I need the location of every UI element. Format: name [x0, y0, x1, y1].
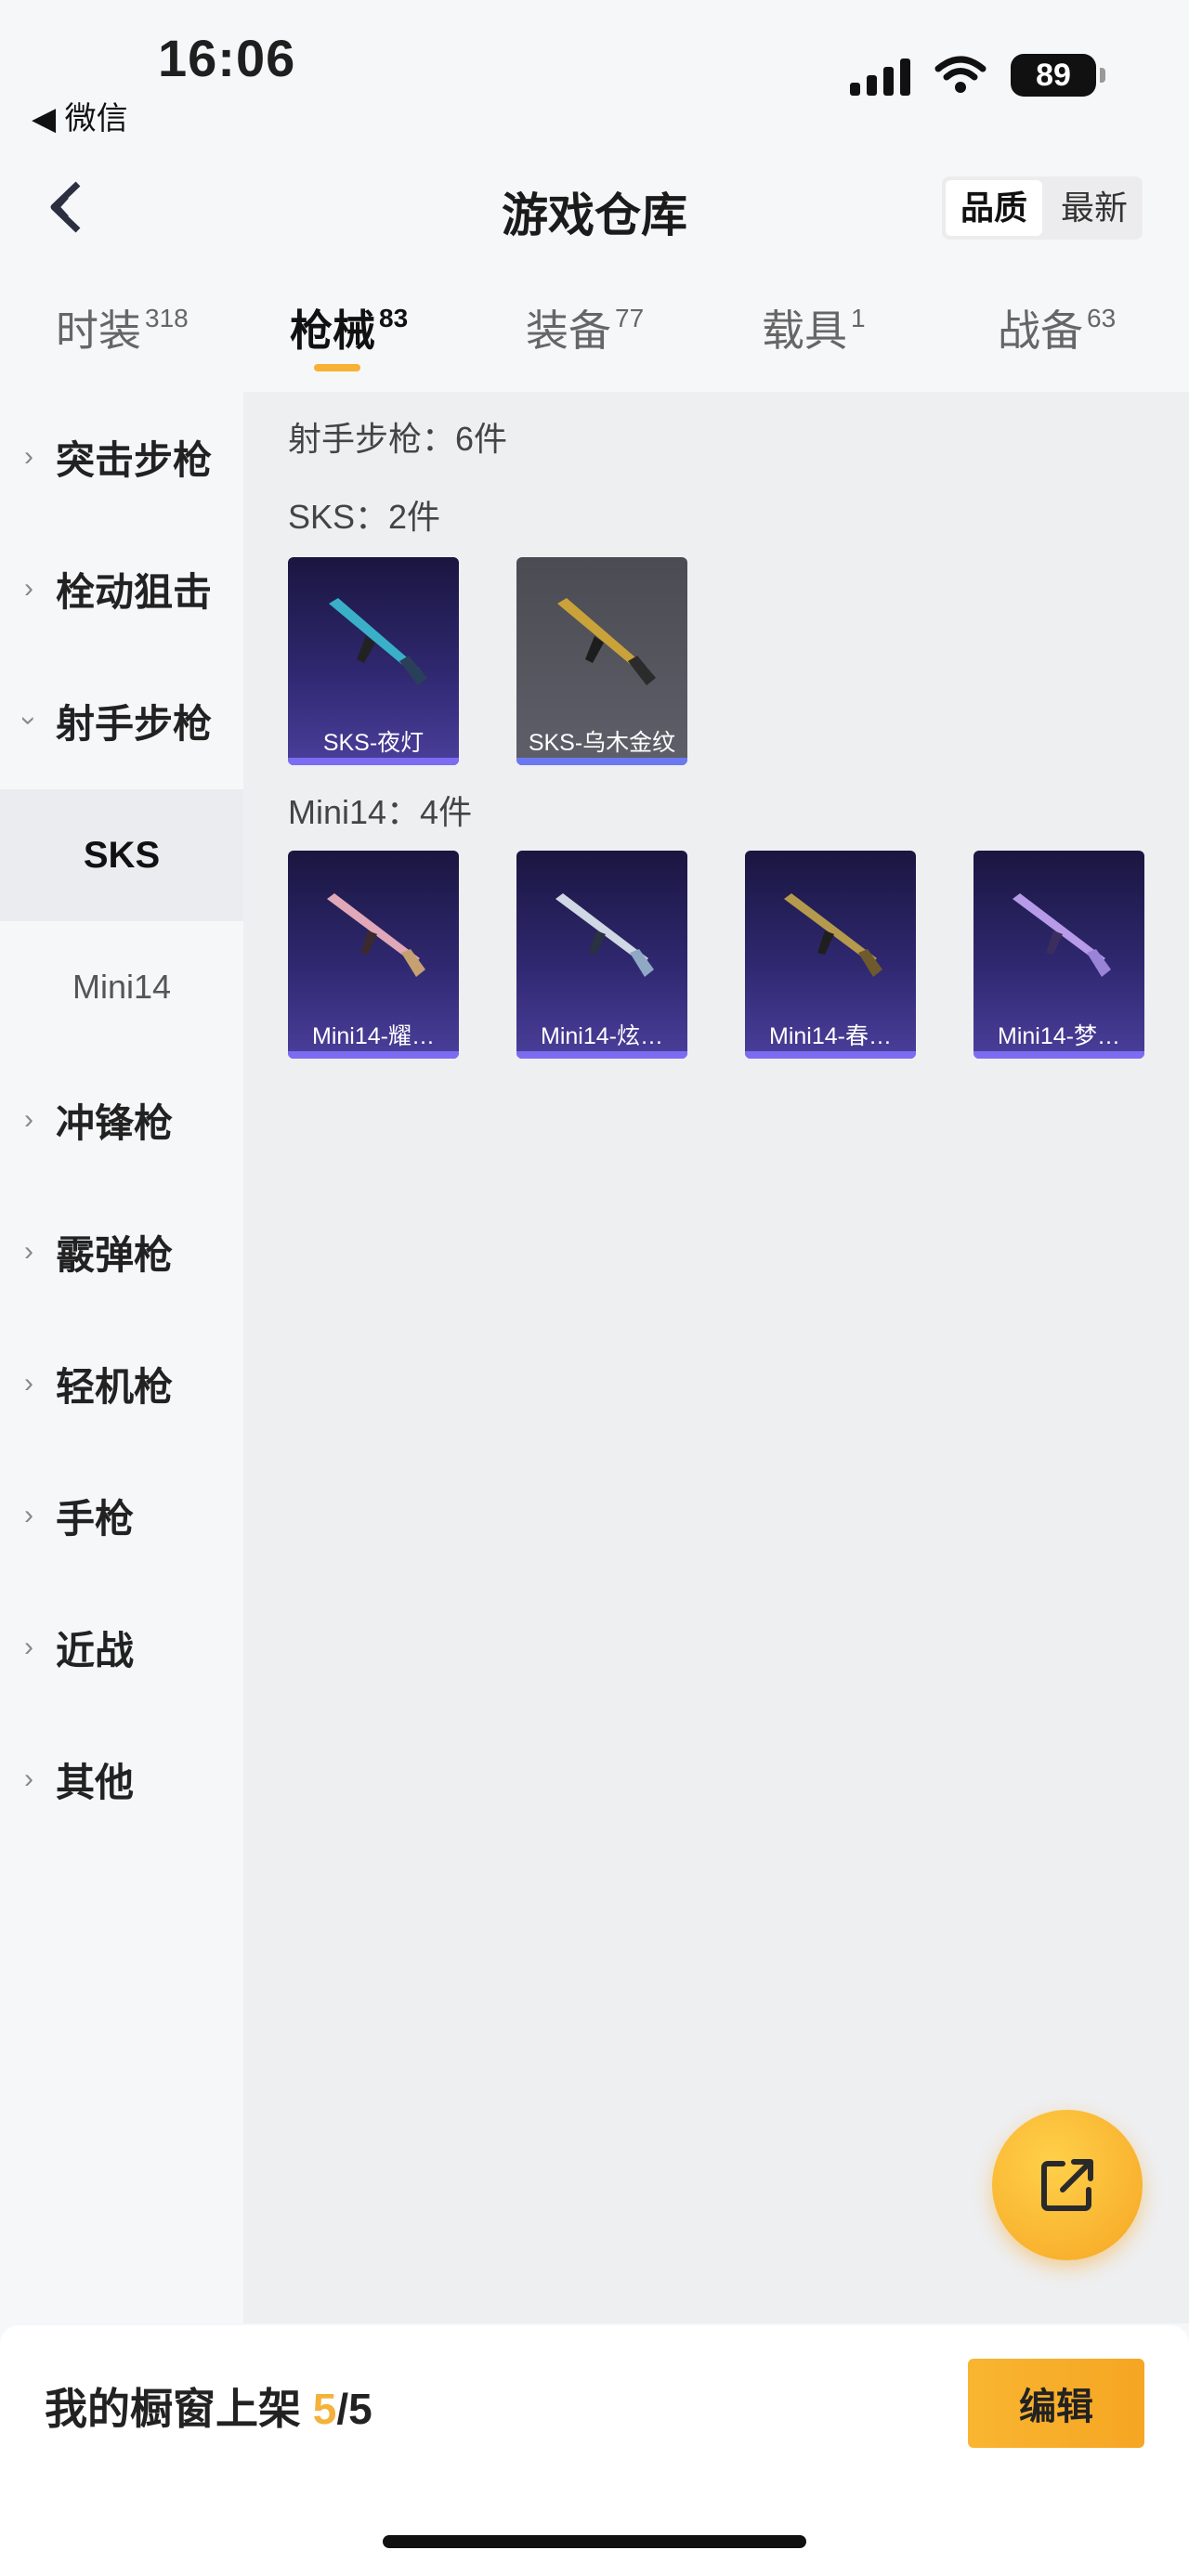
status-icons: 89	[850, 54, 1105, 97]
chevron-right-icon: ›	[24, 1500, 33, 1530]
chevron-right-icon: ›	[24, 1632, 33, 1662]
sidebar-item-label: 栓动狙击	[56, 569, 213, 614]
category-tabs: 时装 318 枪械 83 装备 77 载具 1 战备 63	[0, 288, 1189, 390]
weapon-card[interactable]: Mini14-耀…	[288, 851, 459, 1059]
weapon-card[interactable]: Mini14-炫…	[516, 851, 687, 1059]
rarity-bar	[745, 1051, 916, 1059]
group-title-sks: SKS：2件	[288, 498, 441, 536]
shelf-current-count: 5	[312, 2385, 337, 2433]
tab-label: 装备	[526, 306, 611, 355]
weapon-name: Mini14-春…	[769, 1023, 892, 1049]
rarity-bar	[288, 758, 459, 765]
shelf-label: 我的橱窗上架	[45, 2385, 301, 2433]
chevron-right-icon: ›	[24, 1763, 33, 1794]
sidebar-item-other[interactable]: › 其他	[0, 1714, 243, 1844]
shelf-status: 我的橱窗上架 5/5	[45, 2375, 372, 2437]
rifle-icon	[557, 598, 656, 685]
rifle-icon	[327, 893, 425, 977]
group-title-mini14: Mini14：4件	[288, 793, 473, 831]
tab-label: 时装	[56, 306, 141, 355]
back-to-wechat[interactable]: ◀ 微信	[32, 93, 128, 138]
sidebar-item-assault-rifle[interactable]: › 突击步枪	[0, 392, 243, 522]
rarity-bar	[288, 1051, 459, 1059]
rarity-bar	[973, 1051, 1144, 1059]
sidebar-item-label: 突击步枪	[56, 437, 213, 482]
status-time: 16:06	[158, 29, 296, 87]
tab-supplies[interactable]: 战备 63	[998, 297, 1116, 358]
weapon-type-sidebar: › 突击步枪 › 栓动狙击 › 射手步枪 SKS Mini14 › 冲锋枪 › 霰弹枪 ›…	[0, 392, 243, 2323]
sidebar-item-pistol[interactable]: › 手枪	[0, 1451, 243, 1581]
share-external-icon	[1041, 2159, 1093, 2211]
weapon-name: SKS-乌木金纹	[528, 730, 676, 756]
tab-equipment[interactable]: 装备 77	[526, 297, 644, 358]
sidebar-item-smg[interactable]: › 冲锋枪	[0, 1055, 243, 1185]
rifle-icon	[1013, 893, 1111, 977]
weapon-name: SKS-夜灯	[322, 730, 425, 756]
sidebar-item-label: 近战	[56, 1628, 135, 1672]
chevron-right-icon: ›	[24, 573, 33, 604]
battery-level: 89	[1036, 57, 1071, 93]
sidebar-item-lmg[interactable]: › 轻机枪	[0, 1319, 243, 1449]
header: 游戏仓库 品质 最新	[0, 167, 1189, 251]
weapon-name: Mini14-耀…	[312, 1023, 435, 1049]
battery-icon: 89	[1011, 54, 1105, 97]
weapon-card[interactable]: SKS-乌木金纹	[516, 557, 687, 765]
sidebar-subitem-mini14[interactable]: Mini14	[0, 921, 243, 1053]
sidebar-item-bolt-sniper[interactable]: › 栓动狙击	[0, 524, 243, 654]
tab-label: 战备	[998, 306, 1083, 355]
weapon-card[interactable]: Mini14-梦…	[973, 851, 1144, 1059]
tab-count: 318	[145, 303, 189, 332]
weapon-card[interactable]: SKS-夜灯	[288, 557, 459, 765]
sidebar-item-label: 其他	[56, 1760, 135, 1804]
sidebar-item-marksman-rifle[interactable]: › 射手步枪	[0, 656, 243, 786]
weapon-name: Mini14-炫…	[541, 1023, 663, 1049]
tab-vehicles[interactable]: 载具 1	[762, 297, 866, 358]
home-indicator	[383, 2535, 806, 2548]
weapon-card[interactable]: Mini14-春…	[745, 851, 916, 1059]
section-title: 射手步枪：6件	[288, 420, 508, 458]
tab-count: 1	[851, 303, 866, 332]
rarity-bar	[516, 1051, 687, 1059]
active-tab-indicator	[314, 364, 360, 371]
tab-count: 77	[615, 303, 645, 332]
sidebar-item-label: 冲锋枪	[56, 1100, 174, 1145]
tab-count: 63	[1087, 303, 1117, 332]
sidebar-item-shotgun[interactable]: › 霰弹枪	[0, 1187, 243, 1317]
sidebar-item-label: 手枪	[56, 1496, 135, 1541]
sidebar-subitem-sks[interactable]: SKS	[0, 789, 243, 921]
chevron-right-icon: ›	[24, 1236, 33, 1267]
sidebar-item-label: 霰弹枪	[56, 1232, 174, 1277]
sort-toggle: 品质 最新	[941, 176, 1143, 240]
sort-newest-button[interactable]: 最新	[1046, 176, 1143, 240]
chevron-right-icon: ›	[24, 1368, 33, 1399]
share-button[interactable]	[992, 2110, 1143, 2260]
rifle-icon	[784, 893, 882, 977]
shelf-total-count: /5	[336, 2385, 372, 2433]
edit-button[interactable]: 编辑	[968, 2359, 1144, 2448]
chevron-down-icon: ›	[14, 716, 45, 725]
rarity-bar	[516, 758, 687, 765]
sidebar-item-label: 射手步枪	[56, 701, 213, 746]
weapon-content-panel: 射手步枪：6件 SKS：2件 SKS-夜灯 SKS-乌木金纹 Mini14：4件…	[243, 392, 1189, 2323]
tab-firearms[interactable]: 枪械 83	[290, 297, 408, 358]
chevron-right-icon: ›	[24, 441, 33, 472]
sidebar-item-label: 轻机枪	[56, 1364, 174, 1409]
sidebar-item-melee[interactable]: › 近战	[0, 1582, 243, 1712]
chevron-right-icon: ›	[24, 1104, 33, 1135]
tab-label: 枪械	[290, 306, 375, 355]
sort-quality-button[interactable]: 品质	[945, 180, 1042, 236]
weapon-name: Mini14-梦…	[998, 1023, 1120, 1049]
tab-fashion[interactable]: 时装 318	[56, 297, 189, 358]
rifle-icon	[555, 893, 654, 977]
signal-icon	[850, 55, 910, 96]
wifi-icon	[934, 56, 986, 93]
tab-count: 83	[379, 303, 409, 332]
rifle-icon	[329, 598, 427, 685]
tab-label: 载具	[762, 306, 847, 355]
